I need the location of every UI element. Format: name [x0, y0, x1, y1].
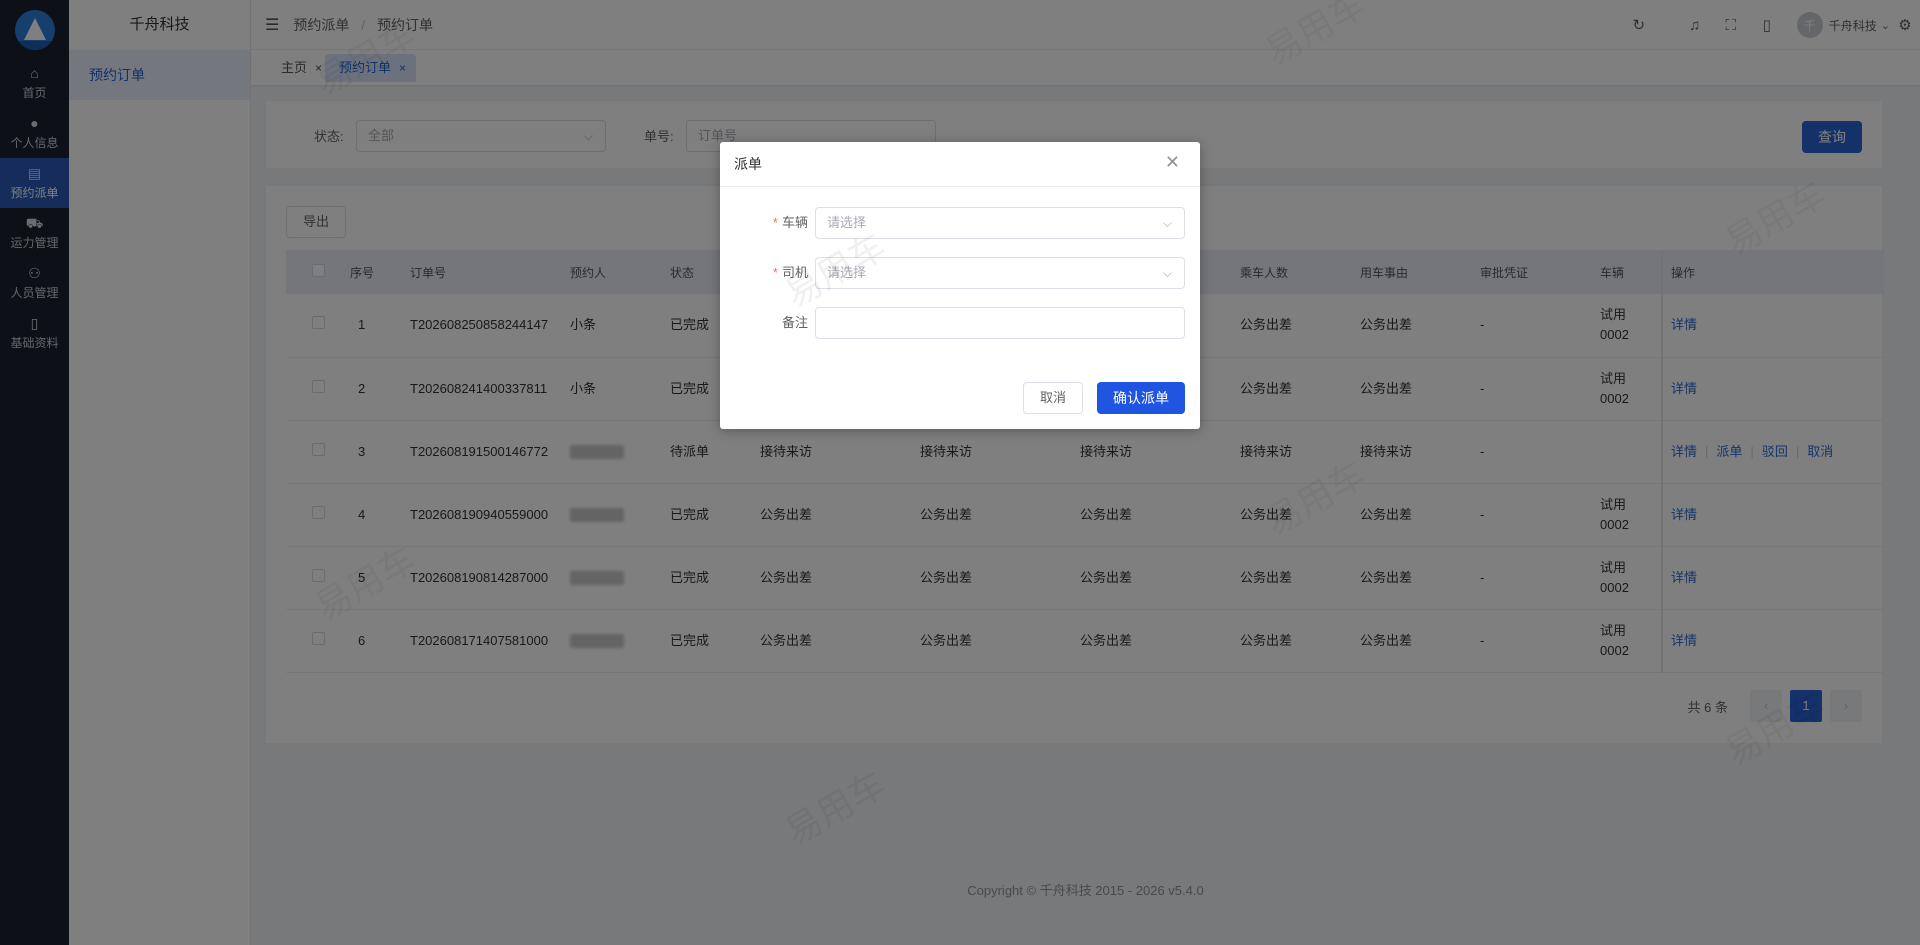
driver-select[interactable]: 请选择 ⌵ — [815, 257, 1185, 289]
dispatch-dialog: 派单 ✕ *车辆 请选择 ⌵ *司机 请选择 ⌵ 备注 取消 确认派单 易用车 — [720, 142, 1200, 429]
vehicle-label: * 车辆 — [772, 215, 808, 230]
cancel-button[interactable]: 取消 — [1023, 382, 1083, 414]
chevron-down-icon: ⌵ — [1162, 266, 1172, 280]
close-icon[interactable]: ✕ — [1165, 152, 1180, 173]
vehicle-form-row: * 车辆 请选择 ⌵ — [720, 207, 1200, 239]
driver-form-row: * 司机 请选择 ⌵ — [720, 257, 1200, 289]
driver-select-placeholder: 请选择 — [827, 265, 867, 280]
remark-input[interactable] — [815, 307, 1185, 339]
vehicle-select[interactable]: 请选择 ⌵ — [815, 207, 1185, 239]
remark-form-row: 备注 — [720, 307, 1200, 339]
dialog-title: 派单 — [720, 142, 1200, 187]
driver-label: * 司机 — [772, 265, 808, 280]
remark-label: 备注 — [781, 315, 808, 330]
vehicle-select-placeholder: 请选择 — [827, 215, 867, 230]
confirm-dispatch-button[interactable]: 确认派单 — [1097, 382, 1185, 414]
chevron-down-icon: ⌵ — [1162, 216, 1172, 230]
